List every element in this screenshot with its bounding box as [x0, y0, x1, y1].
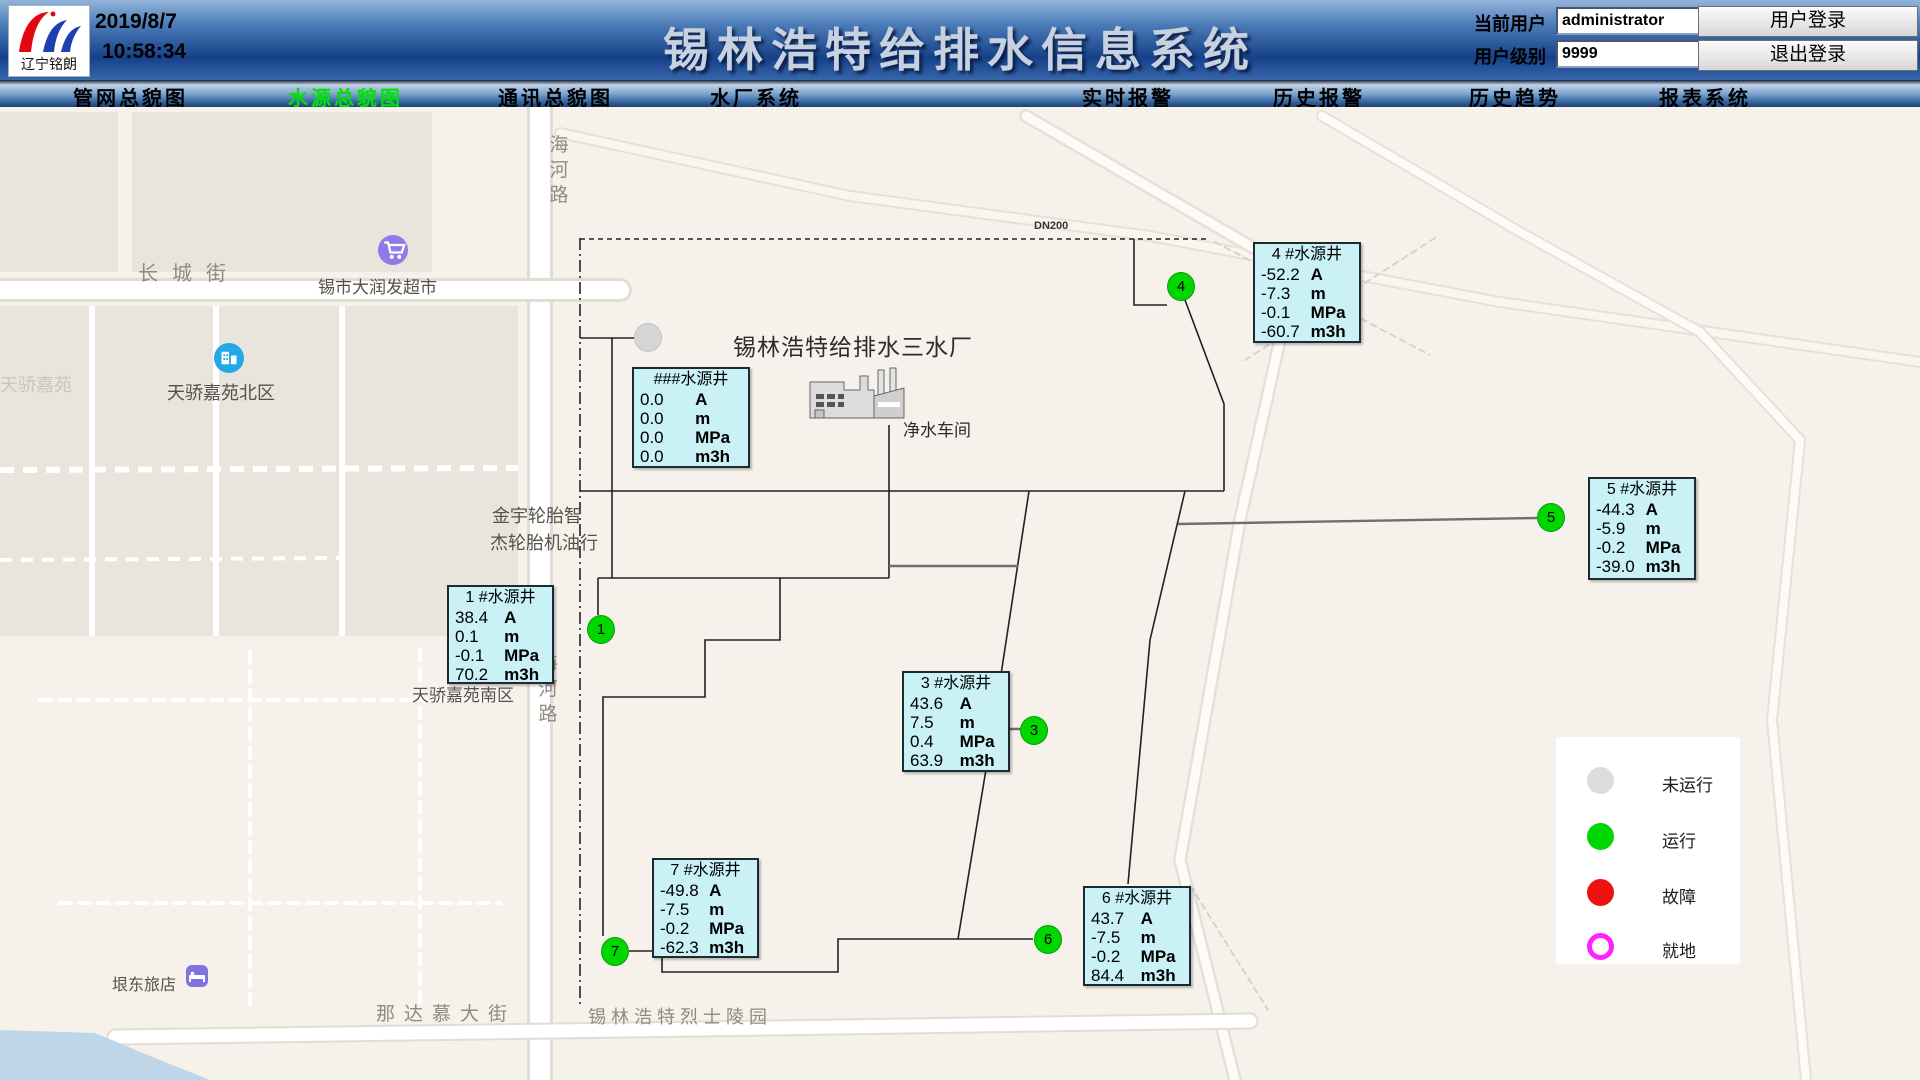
- legend-dot-local: [1587, 933, 1614, 960]
- workshop-label: 净水车间: [903, 416, 971, 441]
- well-box-6[interactable]: 6 #水源井 43.7A -7.5m -0.2MPa 84.4m3h: [1083, 886, 1191, 986]
- plant-title: 锡林浩特给排水三水厂: [733, 328, 973, 362]
- residence-north-icon: [214, 343, 244, 373]
- legend-row-local: 就地: [1556, 933, 1740, 961]
- current-user-input[interactable]: [1556, 7, 1704, 35]
- legend-row-running: 运行: [1556, 823, 1740, 851]
- well-1-circle-running[interactable]: 1: [587, 615, 615, 644]
- well-box-7[interactable]: 7 #水源井 -49.8A -7.5m -0.2MPa -62.3m3h: [652, 858, 759, 958]
- legend-label-fault: 故障: [1662, 883, 1696, 908]
- poi-label-supermarket: 锡市大润发超市: [318, 273, 437, 298]
- well-7-circle-running[interactable]: 7: [601, 937, 629, 966]
- well-2-circle-notrunning[interactable]: [634, 323, 662, 352]
- well-box-title: 4 #水源井: [1261, 245, 1353, 265]
- poi-label-tianjiao: 天骄嘉苑: [0, 371, 72, 397]
- legend-dot-running: [1587, 823, 1614, 850]
- well-box-1[interactable]: 1 #水源井 38.4A 0.1m -0.1MPa 70.2m3h: [447, 585, 554, 684]
- supermarket-icon: [378, 235, 408, 265]
- well-6-circle-running[interactable]: 6: [1034, 925, 1062, 954]
- poi-label-tire-shop-2: 杰轮胎机油行: [490, 529, 598, 555]
- well-box-title: 1 #水源井: [455, 588, 546, 608]
- well-box-4[interactable]: 4 #水源井 -52.2A -7.3m -0.1MPa -60.7m3h: [1253, 242, 1361, 343]
- current-user-label: 当前用户: [1474, 10, 1546, 36]
- well-box-title: 6 #水源井: [1091, 889, 1183, 909]
- status-legend: 未运行 运行 故障 就地: [1556, 737, 1740, 964]
- legend-label-running: 运行: [1662, 827, 1696, 852]
- well-box-title: 5 #水源井: [1596, 480, 1688, 500]
- legend-row-notrunning: 未运行: [1556, 767, 1740, 795]
- pipe-diameter-label: DN200: [1034, 220, 1068, 232]
- poi-label-tianjiao-north: 天骄嘉苑北区: [167, 379, 275, 405]
- header-bar: 辽宁铭朗 2019/8/7 10:58:34 锡林浩特给排水信息系统 当前用户 …: [0, 0, 1920, 80]
- legend-dot-fault: [1587, 879, 1614, 906]
- well-box-title: 3 #水源井: [910, 674, 1002, 694]
- poi-label-tire-shop-1: 金宇轮胎智: [492, 502, 582, 528]
- legend-row-fault: 故障: [1556, 879, 1740, 907]
- well-4-circle-running[interactable]: 4: [1167, 272, 1195, 301]
- map-view[interactable]: 长城街 锡市大润发超市 天骄嘉苑 天骄嘉苑北区 天骄嘉苑南区 金宇轮胎智 杰轮胎…: [0, 107, 1920, 1080]
- legend-label-local: 就地: [1662, 937, 1696, 962]
- well-box-unknown[interactable]: ###水源井 0.0A 0.0m 0.0MPa 0.0m3h: [632, 367, 750, 468]
- scada-window: 辽宁铭朗 2019/8/7 10:58:34 锡林浩特给排水信息系统 当前用户 …: [0, 0, 1920, 1080]
- user-level-label: 用户级别: [1474, 43, 1546, 69]
- well-box-3[interactable]: 3 #水源井 43.6A 7.5m 0.4MPa 63.9m3h: [902, 671, 1010, 772]
- legend-label-notrunning: 未运行: [1662, 771, 1713, 796]
- poi-label-tianjiao-south: 天骄嘉苑南区: [412, 681, 514, 706]
- login-button[interactable]: 用户登录: [1698, 6, 1918, 37]
- well-box-5[interactable]: 5 #水源井 -44.3A -5.9m -0.2MPa -39.0m3h: [1588, 477, 1696, 580]
- poi-label-martyrs-cemetery: 锡林浩特烈士陵园: [588, 1003, 772, 1029]
- hotel-icon: [186, 965, 208, 987]
- well-box-title: 7 #水源井: [660, 861, 751, 881]
- well-3-circle-running[interactable]: 3: [1020, 716, 1048, 745]
- street-label-changcheng: 长城街: [138, 257, 240, 286]
- well-5-circle-running[interactable]: 5: [1537, 503, 1565, 532]
- legend-dot-notrunning: [1587, 767, 1614, 794]
- city-blocks: [0, 112, 518, 636]
- street-label-nadamu: 那达慕大街: [376, 999, 516, 1026]
- poi-label-hotel: 垠东旅店: [112, 971, 176, 995]
- logout-button[interactable]: 退出登录: [1698, 40, 1918, 71]
- user-level-input[interactable]: [1556, 40, 1704, 68]
- street-label-haihe-top: 海河路: [548, 133, 570, 208]
- factory-icon: [810, 368, 904, 418]
- nav-bar: 管网总貌图 水源总貌图 通讯总貌图 水厂系统 实时报警 历史报警 历史趋势 报表…: [0, 80, 1920, 108]
- well-box-title: ###水源井: [640, 370, 742, 390]
